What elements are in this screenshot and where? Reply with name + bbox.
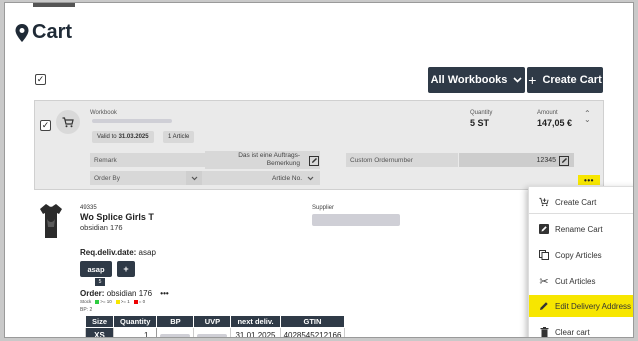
page-title: Cart bbox=[15, 21, 72, 44]
article-number: 49335 bbox=[80, 205, 97, 211]
create-cart-label: Create Cart bbox=[542, 74, 602, 86]
menu-label-copy-articles: Copy Articles bbox=[555, 250, 602, 260]
legend-stock-label: Stock bbox=[80, 299, 92, 304]
size-table: Size Quantity BP UVP next deliv. GTIN XS… bbox=[84, 315, 346, 337]
remark-input[interactable]: Remark bbox=[90, 153, 205, 167]
top-tab-indicator bbox=[33, 3, 75, 7]
menu-divider bbox=[529, 213, 633, 214]
req-deliv-value: asap bbox=[138, 248, 156, 257]
edit-ordernumber-icon[interactable] bbox=[559, 155, 570, 166]
map-pin-icon bbox=[15, 23, 29, 42]
legend-red: = 0 bbox=[133, 299, 146, 304]
plus-icon: + bbox=[528, 72, 537, 88]
add-delivery-button[interactable]: + bbox=[117, 261, 135, 277]
menu-item-create-cart[interactable]: Create Cart bbox=[529, 191, 633, 213]
table-row: XS 1 31.01.2025 4028545212166 bbox=[84, 327, 346, 337]
legend-yellow-text: >= 1 bbox=[120, 299, 130, 304]
count-badge: 5 bbox=[95, 278, 105, 286]
cell-bp bbox=[156, 327, 195, 337]
chevron-down-icon bbox=[513, 77, 522, 83]
chevron-down-icon bbox=[191, 176, 197, 180]
menu-label-cut-articles: Cut Articles bbox=[555, 276, 596, 286]
more-options-button[interactable]: ••• bbox=[578, 175, 600, 185]
copy-icon bbox=[539, 250, 549, 260]
cell-uvp bbox=[193, 327, 232, 337]
req-deliv-label: Req.deliv.date: bbox=[80, 248, 137, 257]
menu-item-cut-articles[interactable]: ✂ Cut Articles bbox=[529, 270, 633, 292]
legend-yellow: >= 1 bbox=[115, 299, 130, 304]
order-more-button[interactable]: ••• bbox=[160, 289, 168, 298]
col-size: Size bbox=[84, 315, 115, 328]
article-count-chip: 1 Article bbox=[163, 131, 195, 143]
all-workbooks-button[interactable]: All Workbooks bbox=[428, 67, 525, 93]
col-quantity: Quantity bbox=[113, 315, 158, 328]
amount-label: Amount bbox=[537, 110, 558, 116]
col-next-deliv: next deliv. bbox=[230, 315, 281, 328]
cell-next-deliv: 31.01.2025 bbox=[230, 327, 281, 337]
menu-label-edit-delivery-address: Edit Delivery Address bbox=[555, 301, 632, 311]
pencil-icon bbox=[539, 301, 549, 311]
workbook-card: ✓ Workbook Valid to 31.03.2025 1 Article… bbox=[34, 100, 604, 190]
stock-legend: Stock >= 10 >= 1 = 0 bbox=[80, 299, 145, 304]
scissors-icon: ✂ bbox=[539, 275, 549, 288]
legend-green: >= 10 bbox=[95, 299, 112, 304]
valid-to-date: 31.03.2025 bbox=[118, 134, 149, 140]
cart-icon bbox=[56, 110, 80, 134]
custom-ordernumber-input[interactable]: 12345 bbox=[459, 153, 574, 167]
quantity-value: 5 ST bbox=[470, 118, 490, 128]
page-title-text: Cart bbox=[32, 21, 73, 43]
menu-label-clear-cart: Clear cart bbox=[555, 327, 590, 337]
edit-remark-icon[interactable] bbox=[309, 155, 320, 166]
col-bp: BP bbox=[156, 315, 195, 328]
app-window: Cart ✓ All Workbooks + Create Cart ✓ Wor… bbox=[4, 2, 634, 338]
asap-button[interactable]: asap bbox=[80, 261, 112, 277]
quantity-label: Quantity bbox=[470, 110, 493, 116]
menu-label-rename-cart: Rename Cart bbox=[555, 224, 603, 234]
select-all-checkbox[interactable]: ✓ bbox=[35, 74, 46, 85]
requested-delivery: Req.deliv.date: asap bbox=[80, 248, 156, 257]
cart-plus-icon bbox=[539, 197, 549, 207]
sort-dropdown[interactable] bbox=[303, 171, 317, 185]
col-gtin: GTIN bbox=[279, 315, 346, 328]
create-cart-button[interactable]: + Create Cart bbox=[527, 67, 603, 93]
valid-to-chip: Valid to 31.03.2025 bbox=[92, 131, 154, 143]
supplier-label: Supplier bbox=[312, 205, 335, 211]
valid-to-label: Valid to bbox=[97, 134, 117, 140]
workbook-label: Workbook bbox=[90, 110, 117, 116]
order-label: Order: bbox=[80, 289, 105, 298]
quantity-input[interactable]: 1 bbox=[113, 327, 158, 337]
tshirt-image bbox=[40, 204, 62, 238]
menu-label-create-cart: Create Cart bbox=[555, 197, 597, 207]
menu-item-copy-articles[interactable]: Copy Articles bbox=[529, 244, 633, 266]
workbook-name-redacted bbox=[92, 119, 172, 123]
chevron-down-icon bbox=[307, 176, 313, 180]
col-uvp: UVP bbox=[193, 315, 232, 328]
menu-item-clear-cart[interactable]: Clear cart bbox=[529, 321, 633, 337]
menu-item-rename-cart[interactable]: Rename Cart bbox=[529, 218, 633, 240]
order-by-dropdown[interactable] bbox=[186, 171, 202, 185]
legend-red-text: = 0 bbox=[138, 299, 146, 304]
context-menu: Create Cart Rename Cart Copy Articles ✂ … bbox=[528, 186, 633, 337]
workbook-checkbox[interactable]: ✓ bbox=[40, 120, 51, 131]
edit-square-icon bbox=[539, 224, 549, 234]
article-name[interactable]: Wo Splice Girls T bbox=[80, 212, 154, 222]
all-workbooks-label: All Workbooks bbox=[430, 74, 508, 86]
bp-line: BP: 2 bbox=[80, 307, 93, 313]
supplier-redacted bbox=[312, 214, 400, 226]
legend-green-text: >= 10 bbox=[100, 299, 112, 304]
article-color: obsidian 176 bbox=[80, 223, 123, 232]
cell-gtin: 4028545212166 bbox=[279, 327, 346, 337]
amount-value: 147,05 € bbox=[537, 118, 573, 128]
article-item: 49335 Wo Splice Girls T obsidian 176 Sup… bbox=[35, 191, 535, 337]
order-value: obsidian 176 bbox=[106, 289, 153, 298]
table-header-row: Size Quantity BP UVP next deliv. GTIN bbox=[84, 315, 346, 328]
cell-size: XS bbox=[84, 327, 115, 337]
custom-ordernumber-label: Custom Ordernumber bbox=[346, 153, 458, 167]
order-line: Order: obsidian 176 ••• bbox=[80, 289, 169, 298]
trash-icon bbox=[539, 327, 549, 337]
collapse-icon[interactable]: ⌃ ⌄ bbox=[584, 110, 591, 124]
order-remark-field[interactable]: Das ist eine Auftrags-Bemerkung bbox=[205, 151, 320, 169]
menu-item-edit-delivery-address[interactable]: Edit Delivery Address bbox=[529, 295, 633, 317]
